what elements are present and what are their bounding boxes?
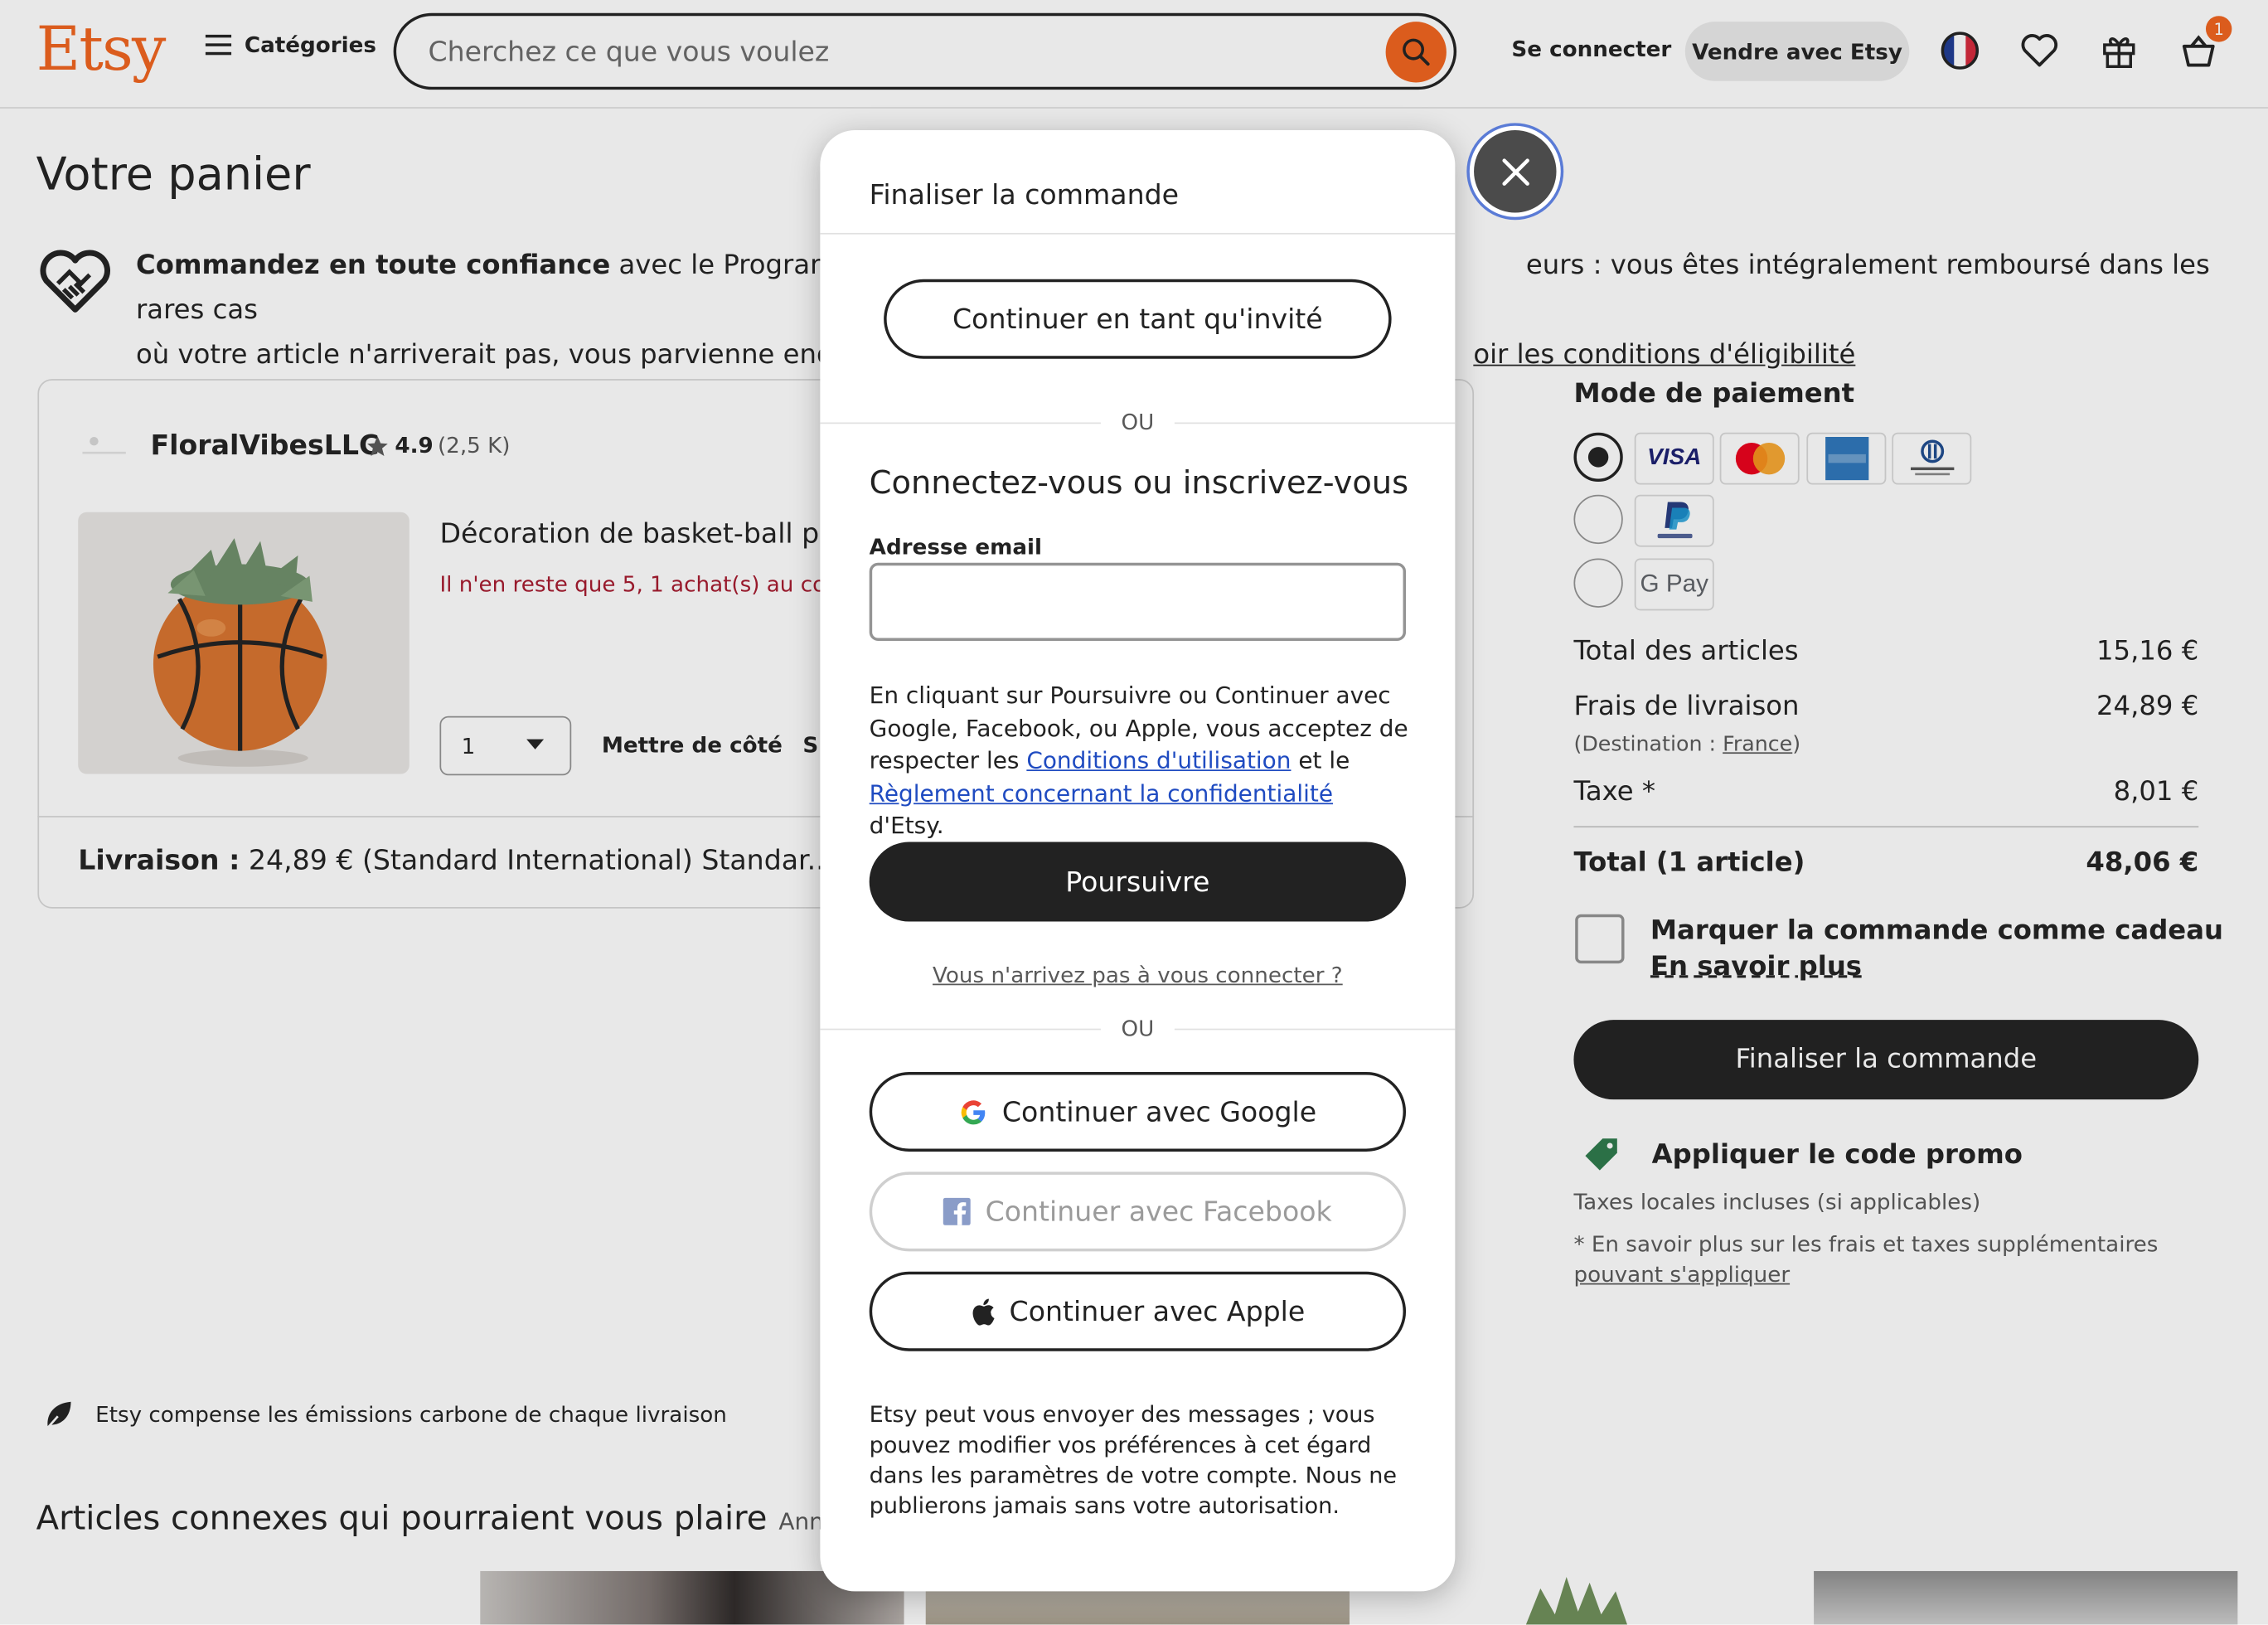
continue-button[interactable]: Poursuivre bbox=[869, 842, 1407, 922]
terms-of-use-link[interactable]: Conditions d'utilisation bbox=[1026, 746, 1291, 774]
messaging-notice: Etsy peut vous envoyer des messages ; vo… bbox=[869, 1401, 1398, 1520]
close-modal-button[interactable] bbox=[1469, 125, 1561, 217]
sign-in-heading: Connectez-vous ou inscrivez-vous bbox=[869, 465, 1409, 502]
email-field[interactable] bbox=[869, 562, 1407, 641]
or-divider: OU bbox=[820, 409, 1456, 436]
screen: Etsy Catégories Cherchez ce que vous vou… bbox=[0, 0, 2268, 1625]
divider bbox=[820, 232, 1456, 235]
apple-button-label: Continuer avec Apple bbox=[1009, 1295, 1306, 1327]
email-label: Adresse email bbox=[869, 533, 1043, 560]
or-label: OU bbox=[1121, 1015, 1155, 1042]
google-icon bbox=[961, 1099, 985, 1124]
continue-with-facebook-button[interactable]: Continuer avec Facebook bbox=[869, 1171, 1407, 1252]
trouble-signing-in: Vous n'arrivez pas à vous connecter ? bbox=[820, 962, 1455, 987]
privacy-policy-link[interactable]: Règlement concernant la confidentialité bbox=[870, 779, 1333, 807]
continue-with-google-button[interactable]: Continuer avec Google bbox=[869, 1071, 1407, 1152]
guest-checkout-button[interactable]: Continuer en tant qu'invité bbox=[884, 279, 1392, 359]
legal-text-3: d'Etsy. bbox=[869, 811, 944, 840]
or-label: OU bbox=[1121, 409, 1155, 436]
facebook-icon bbox=[943, 1197, 972, 1225]
legal-notice: En cliquant sur Poursuivre ou Continuer … bbox=[870, 680, 1412, 842]
facebook-button-label: Continuer avec Facebook bbox=[985, 1196, 1332, 1228]
modal-title: Finaliser la commande bbox=[869, 179, 1180, 211]
continue-with-apple-button[interactable]: Continuer avec Apple bbox=[869, 1271, 1407, 1351]
checkout-modal: Finaliser la commande Continuer en tant … bbox=[820, 130, 1456, 1592]
or-divider: OU bbox=[820, 1015, 1456, 1042]
apple-icon bbox=[972, 1298, 995, 1325]
google-button-label: Continuer avec Google bbox=[1001, 1095, 1317, 1128]
legal-text-2: et le bbox=[1291, 746, 1350, 774]
close-icon bbox=[1501, 158, 1529, 185]
trouble-signing-in-link[interactable]: Vous n'arrivez pas à vous connecter ? bbox=[933, 962, 1343, 987]
